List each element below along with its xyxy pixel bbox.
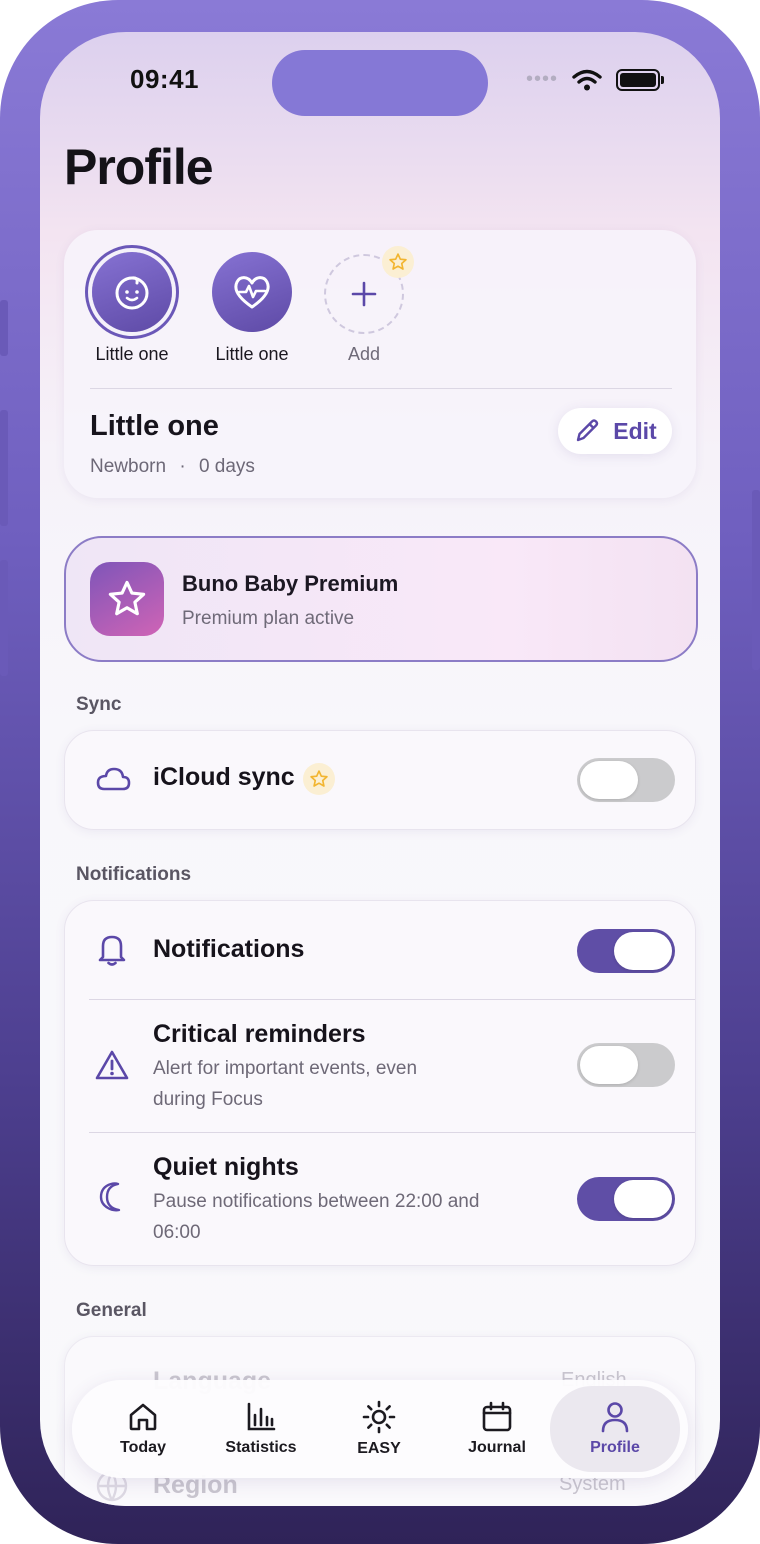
critical-reminders-description: Alert for important events, even during … [153,1053,417,1115]
home-icon [129,1403,157,1431]
general-section-label: General [76,1300,147,1321]
tab-statistics[interactable]: Statistics [202,1380,320,1478]
notifications-card: Notifications Critical reminders Alert f… [64,900,696,1266]
person-icon [601,1402,629,1433]
profile-avatar-2[interactable] [212,252,292,332]
quiet-nights-description: Pause notifications between 22:00 and 06… [153,1186,479,1248]
tab-easy[interactable]: EASY [320,1380,438,1478]
row-divider [89,1132,695,1133]
mute-switch [0,300,8,356]
tab-statistics-label: Statistics [225,1439,297,1456]
tab-today[interactable]: Today [84,1380,202,1478]
baby-face-icon [115,276,149,310]
screen: 09:41 •••• Profile Little one Little one… [40,32,720,1506]
bar-chart-icon [247,1402,276,1431]
tab-journal[interactable]: Journal [438,1380,556,1478]
volume-down-button [0,560,8,676]
premium-star-badge [382,246,414,278]
dynamic-island [272,50,488,116]
power-button [752,490,760,670]
bell-icon [98,935,126,966]
sync-section-label: Sync [76,694,122,715]
critical-reminders-desc-line2: during Focus [153,1089,263,1110]
calendar-icon [482,1401,512,1432]
warning-triangle-icon [95,1050,129,1080]
page-title: Profile [64,139,214,195]
quiet-nights-desc-line2: 06:00 [153,1222,201,1243]
profile-avatar-1-label: Little one [95,344,169,364]
quiet-nights-desc-line1: Pause notifications between 22:00 and [153,1191,480,1212]
icloud-sync-label: iCloud sync [153,763,295,791]
premium-subtitle: Premium plan active [182,608,355,629]
star-icon [389,253,407,270]
row-divider [89,999,695,1000]
icloud-sync-toggle[interactable] [577,758,675,802]
critical-reminders-desc-line1: Alert for important events, even [153,1058,418,1079]
heart-pulse-icon [234,276,270,309]
moon-icon [99,1182,121,1212]
tab-profile-label: Profile [590,1439,640,1456]
notifications-section-label: Notifications [76,864,192,885]
sync-card: iCloud sync [64,730,696,830]
status-time: 09:41 [130,64,199,94]
star-icon [310,770,328,787]
tab-easy-label: EASY [357,1440,401,1457]
notifications-label: Notifications [153,935,305,963]
profile-avatar-2-label: Little one [215,344,289,364]
profile-avatar-1[interactable] [92,252,172,332]
premium-title: Buno Baby Premium [182,571,399,596]
sun-icon [362,1400,396,1434]
profile-details: Newborn · 0 days [90,456,255,478]
signal-dots-icon: •••• [525,68,558,90]
profile-separator: · [179,456,186,477]
icloud-premium-badge [303,763,335,795]
battery-icon [616,68,664,91]
pencil-icon [577,419,599,442]
profile-stage: Newborn [90,456,167,477]
status-icons: •••• [525,68,664,91]
volume-up-button [0,410,8,526]
cloud-icon [96,767,131,791]
tab-profile[interactable]: Profile [550,1386,680,1472]
notifications-toggle[interactable] [577,929,675,973]
plus-icon [351,281,377,307]
star-icon [108,580,146,616]
premium-card[interactable]: Buno Baby Premium Premium plan active [64,536,698,662]
profile-card: Little one Little one Add Little one New… [64,230,696,498]
premium-icon-tile [90,562,164,636]
tab-today-label: Today [120,1439,166,1456]
edit-profile-button[interactable]: Edit [558,408,672,454]
critical-reminders-label: Critical reminders [153,1020,366,1048]
quiet-nights-label: Quiet nights [153,1153,299,1181]
add-profile-label: Add [347,344,381,364]
tab-bar: Today Statistics EASY Journal Profile [72,1380,688,1478]
tab-journal-label: Journal [468,1439,526,1456]
profile-divider [90,388,672,389]
edit-label: Edit [613,417,657,444]
profile-age: 0 days [198,456,255,477]
critical-reminders-toggle[interactable] [577,1043,675,1087]
wifi-icon [572,69,602,90]
quiet-nights-toggle[interactable] [577,1177,675,1221]
profile-name: Little one [90,410,219,442]
